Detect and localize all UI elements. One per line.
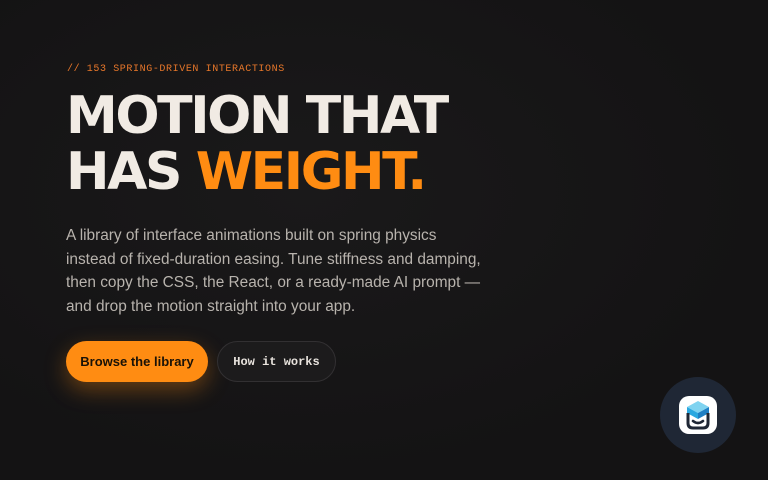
- hero-headline: MOTION THAT HAS WEIGHT.: [66, 86, 449, 200]
- floating-widget-button[interactable]: [660, 377, 736, 453]
- smiling-box-icon: [679, 396, 717, 434]
- how-it-works-button[interactable]: How it works: [217, 341, 336, 382]
- browse-library-button[interactable]: Browse the library: [66, 341, 208, 382]
- headline-plain-text: HAS: [66, 142, 196, 202]
- headline-line-1: MOTION THAT: [66, 86, 449, 146]
- eyebrow-label: // 153 SPRING-DRIVEN INTERACTIONS: [67, 64, 285, 75]
- headline-accent-text: WEIGHT.: [195, 142, 427, 202]
- headline-line-2: HAS WEIGHT.: [66, 144, 447, 200]
- hero-page: // 153 SPRING-DRIVEN INTERACTIONS MOTION…: [0, 0, 768, 480]
- hero-description: A library of interface animations built …: [66, 227, 481, 315]
